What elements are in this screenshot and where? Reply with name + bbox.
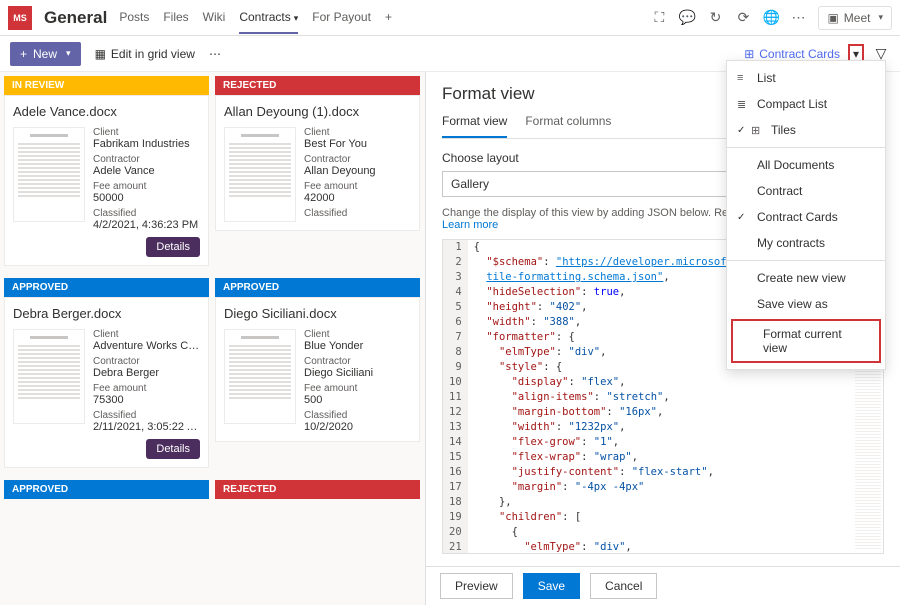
meet-button[interactable]: ▣Meet▾	[818, 6, 892, 30]
menu-all-documents[interactable]: All Documents	[727, 152, 885, 178]
column-header: APPROVED	[4, 480, 209, 499]
doc-thumbnail	[224, 127, 296, 222]
panel-footer: Preview Save Cancel	[426, 566, 900, 605]
menu-separator	[727, 260, 885, 261]
list-icon: ≡	[737, 72, 743, 84]
details-button[interactable]: Details	[146, 237, 200, 257]
contract-card[interactable]: Diego Siciliani.docx ClientBlue Yonder C…	[215, 297, 420, 442]
menu-contract-cards[interactable]: Contract Cards	[727, 204, 885, 230]
tab-wiki[interactable]: Wiki	[203, 2, 226, 34]
video-icon: ▣	[827, 11, 838, 25]
doc-thumbnail	[13, 329, 85, 424]
cmdbar-more-icon[interactable]: ⋯	[209, 47, 223, 61]
tab-files[interactable]: Files	[163, 2, 188, 34]
panel-tab-format-columns[interactable]: Format columns	[525, 114, 611, 138]
tiles-icon: ⊞	[751, 124, 760, 137]
card-meta: ClientBlue Yonder ContractorDiego Sicili…	[304, 329, 411, 433]
menu-list[interactable]: ≡List	[727, 65, 885, 91]
column-header: APPROVED	[4, 278, 209, 297]
card-title: Debra Berger.docx	[13, 306, 200, 321]
contract-card[interactable]: Adele Vance.docx ClientFabrikam Industri…	[4, 95, 209, 266]
column-header: REJECTED	[215, 76, 420, 95]
column-header: IN REVIEW	[4, 76, 209, 95]
menu-separator	[727, 147, 885, 148]
add-tab-button[interactable]: +	[385, 2, 392, 34]
menu-format-current-view[interactable]: Format current view	[731, 319, 881, 363]
app-icon: MS	[8, 6, 32, 30]
menu-create-view[interactable]: Create new view	[727, 265, 885, 291]
compact-list-icon: ≣	[737, 98, 746, 111]
learn-more-link[interactable]: Learn more	[442, 219, 498, 231]
topbar-actions: ⛶ 💬 ↻ ⟳ 🌐 ⋯ ▣Meet▾	[650, 6, 892, 30]
panel-tab-format-view[interactable]: Format view	[442, 114, 507, 138]
edit-in-grid-button[interactable]: ▦Edit in grid view	[95, 47, 195, 61]
board-view: IN REVIEWAdele Vance.docx ClientFabrikam…	[0, 72, 425, 605]
board-column: APPROVEDDebra Berger.docx ClientAdventur…	[4, 278, 209, 474]
doc-thumbnail	[13, 127, 85, 222]
line-gutter: 1234567891011121314151617181920212223242…	[443, 240, 468, 553]
card-meta: ClientAdventure Works Cycles ContractorD…	[93, 329, 200, 433]
chevron-down-icon: ▾	[294, 13, 299, 23]
contract-card[interactable]: Allan Deyoung (1).docx ClientBest For Yo…	[215, 95, 420, 231]
card-meta: ClientBest For You ContractorAllan Deyou…	[304, 127, 411, 222]
chat-icon[interactable]: 💬	[678, 9, 696, 27]
board-column: REJECTEDAllan Deyoung (1).docx ClientBes…	[215, 76, 420, 272]
board-column: APPROVED	[4, 480, 209, 499]
channel-tabs: Posts Files Wiki Contracts▾ For Payout +	[119, 2, 392, 34]
board-column: REJECTED	[215, 480, 420, 499]
save-button[interactable]: Save	[523, 573, 580, 599]
tab-posts[interactable]: Posts	[119, 2, 149, 34]
board-column: IN REVIEWAdele Vance.docx ClientFabrikam…	[4, 76, 209, 272]
top-bar: MS General Posts Files Wiki Contracts▾ F…	[0, 0, 900, 36]
cancel-button[interactable]: Cancel	[590, 573, 657, 599]
preview-button[interactable]: Preview	[440, 573, 513, 599]
tiles-icon: ⊞	[744, 47, 754, 61]
menu-compact-list[interactable]: ≣Compact List	[727, 91, 885, 117]
more-icon[interactable]: ⋯	[790, 9, 808, 27]
board-column: APPROVEDDiego Siciliani.docx ClientBlue …	[215, 278, 420, 474]
expand-icon[interactable]: ⛶	[650, 9, 668, 27]
card-title: Diego Siciliani.docx	[224, 306, 411, 321]
column-header: APPROVED	[215, 278, 420, 297]
grid-icon: ▦	[95, 47, 106, 61]
globe-icon[interactable]: 🌐	[762, 9, 780, 27]
contract-card[interactable]: Debra Berger.docx ClientAdventure Works …	[4, 297, 209, 468]
menu-my-contracts[interactable]: My contracts	[727, 230, 885, 256]
sync-icon[interactable]: ⟳	[734, 9, 752, 27]
card-title: Allan Deyoung (1).docx	[224, 104, 411, 119]
card-meta: ClientFabrikam Industries ContractorAdel…	[93, 127, 200, 231]
channel-name: General	[44, 8, 107, 28]
refresh-icon[interactable]: ↻	[706, 9, 724, 27]
card-title: Adele Vance.docx	[13, 104, 200, 119]
menu-tiles[interactable]: ⊞Tiles	[727, 117, 885, 143]
menu-save-view-as[interactable]: Save view as	[727, 291, 885, 317]
tab-for-payout[interactable]: For Payout	[312, 2, 371, 34]
tab-contracts[interactable]: Contracts▾	[239, 2, 298, 34]
doc-thumbnail	[224, 329, 296, 424]
menu-contract[interactable]: Contract	[727, 178, 885, 204]
new-button[interactable]: + New ▾	[10, 42, 81, 66]
details-button[interactable]: Details	[146, 439, 200, 459]
column-header: REJECTED	[215, 480, 420, 499]
view-selector[interactable]: ⊞Contract Cards	[744, 47, 840, 61]
view-context-menu: ≡List ≣Compact List ⊞Tiles All Documents…	[726, 60, 886, 370]
